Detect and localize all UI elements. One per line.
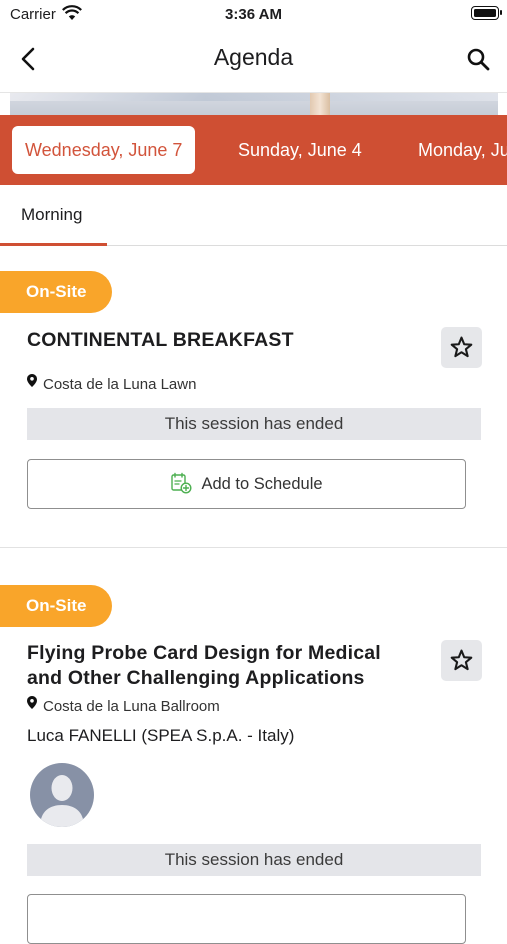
date-tab-monday-june-5[interactable]: Monday, June 5	[418, 126, 507, 174]
session-title-line: Flying Probe Card Design for Medical	[27, 642, 381, 664]
location-pin-icon	[27, 373, 37, 393]
calendar-add-icon	[171, 472, 192, 494]
session-card: On-Site Flying Probe Card Design for Med…	[0, 560, 507, 944]
session-title: Flying Probe Card Design for Medical and…	[27, 641, 427, 691]
tab-morning[interactable]: Morning	[0, 185, 107, 246]
date-selector: Wednesday, June 7 Sunday, June 4 Monday,…	[0, 115, 507, 185]
session-ended-banner: This session has ended	[27, 844, 481, 876]
date-tab-sunday-june-4[interactable]: Sunday, June 4	[238, 126, 362, 174]
search-button[interactable]	[463, 44, 493, 74]
add-to-schedule-button[interactable]: Add to Schedule	[27, 459, 466, 509]
favorite-button[interactable]	[441, 640, 482, 681]
time-of-day-tabs: Morning	[0, 185, 507, 246]
clock: 3:36 AM	[225, 6, 282, 23]
date-tab-wednesday-june-7[interactable]: Wednesday, June 7	[12, 126, 196, 174]
session-title-line: and Other Challenging Applications	[27, 667, 365, 689]
star-icon	[450, 336, 473, 358]
session-title: CONTINENTAL BREAKFAST	[27, 329, 294, 351]
speaker-name: Luca FANELLI (SPEA S.p.A. - Italy)	[27, 726, 295, 745]
battery-icon	[471, 6, 502, 20]
add-to-schedule-button[interactable]	[27, 894, 466, 944]
location-text: Costa de la Luna Ballroom	[43, 698, 220, 715]
search-icon	[467, 48, 490, 71]
session-location: Costa de la Luna Lawn	[27, 373, 197, 395]
session-location: Costa de la Luna Ballroom	[27, 695, 220, 717]
person-placeholder-icon	[40, 775, 84, 827]
star-icon	[450, 649, 473, 671]
location-text: Costa de la Luna Lawn	[43, 376, 197, 393]
event-banner-image	[10, 93, 498, 115]
tab-morning-label: Morning	[21, 205, 83, 224]
status-bar: Carrier 3:36 AM	[0, 0, 507, 28]
session-card: On-Site CONTINENTAL BREAKFAST Costa de l…	[0, 246, 507, 546]
on-site-badge: On-Site	[0, 271, 113, 313]
section-divider	[0, 547, 507, 548]
add-to-schedule-label: Add to Schedule	[201, 475, 323, 493]
favorite-button[interactable]	[441, 327, 482, 368]
session-ended-banner: This session has ended	[27, 408, 481, 440]
nav-bar: Agenda	[0, 28, 507, 93]
page-title: Agenda	[213, 44, 294, 70]
speaker-avatar[interactable]	[30, 763, 94, 827]
location-pin-icon	[27, 695, 37, 715]
on-site-badge: On-Site	[0, 585, 113, 627]
